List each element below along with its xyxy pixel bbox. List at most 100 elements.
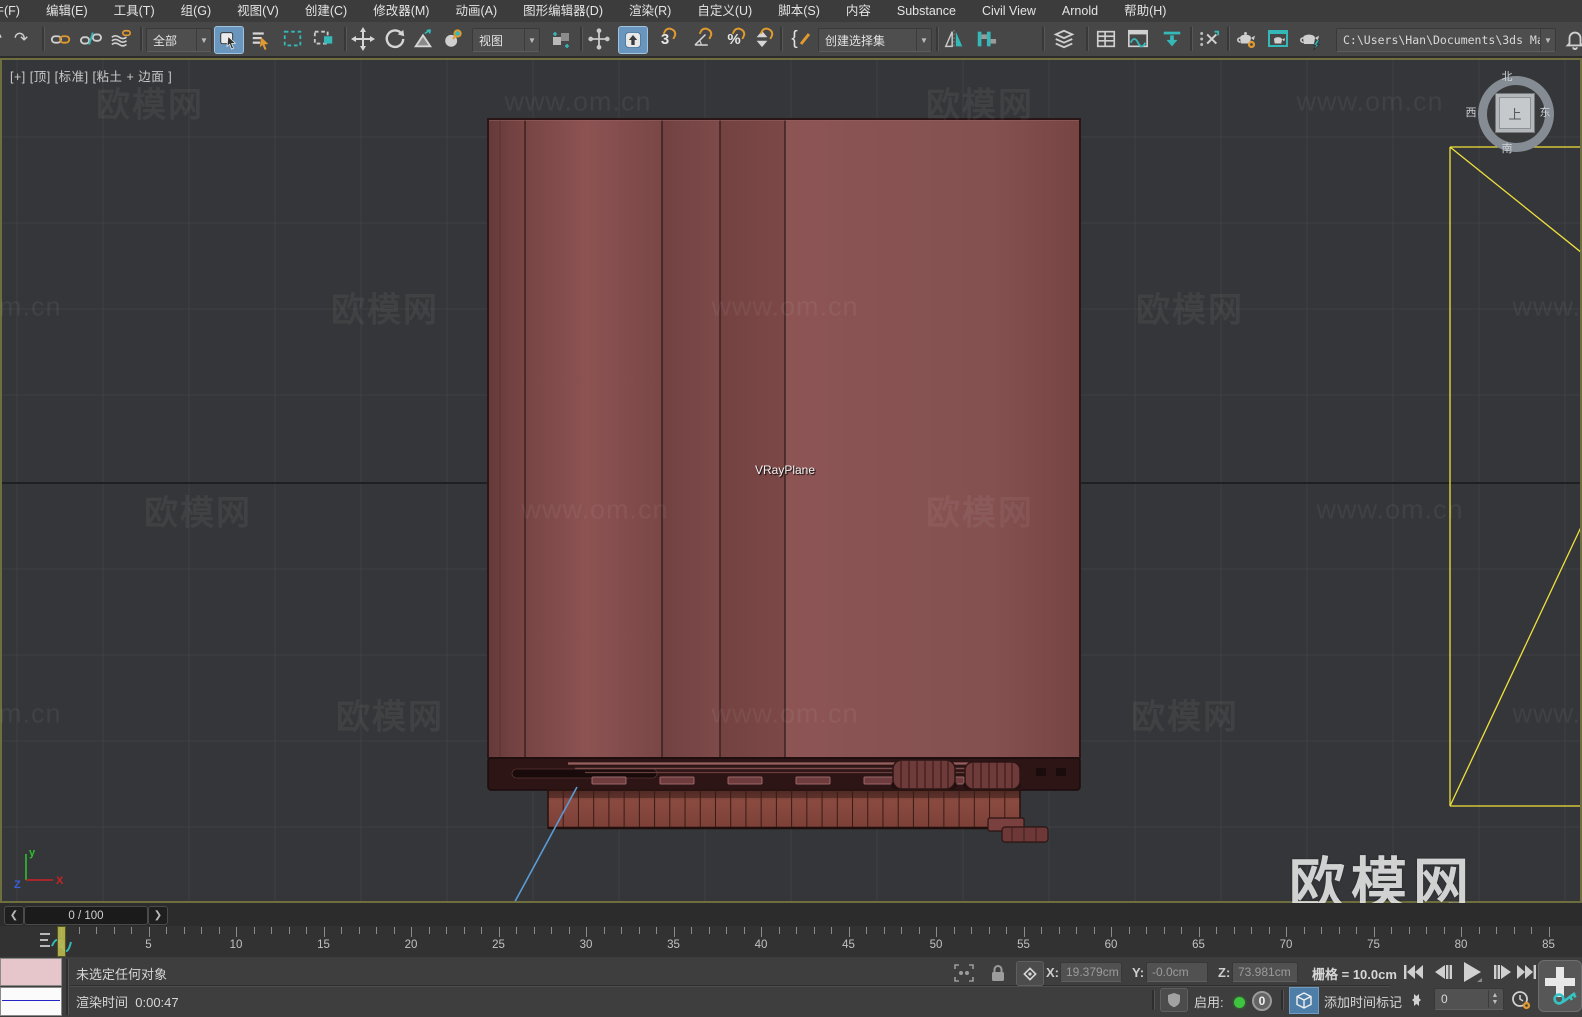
spinner-snap-button[interactable]	[749, 25, 776, 52]
time-slider-value[interactable]: 0 / 100	[24, 906, 148, 925]
viewcube[interactable]: 上 北 南 西 东	[1466, 71, 1556, 156]
bind-spacewarp-button[interactable]	[108, 26, 134, 52]
select-scale-button[interactable]	[410, 26, 436, 52]
edit-named-selection-button[interactable]: {	[788, 26, 814, 52]
z-coordinate-field[interactable]: 73.981cm	[1232, 962, 1298, 982]
menu-item-8[interactable]: 图形编辑器(D)	[510, 0, 616, 22]
selection-filter-dropdown[interactable]: 全部 ▼	[146, 28, 212, 52]
menu-item-13[interactable]: Substance	[884, 0, 969, 22]
menu-item-5[interactable]: 创建(C)	[292, 0, 360, 22]
menu-item-16[interactable]: 帮助(H)	[1111, 0, 1179, 22]
redo-button[interactable]: ↷	[8, 26, 34, 52]
viewcube-top-face[interactable]: 上	[1495, 93, 1535, 133]
rendered-frame-window-button[interactable]	[1264, 26, 1292, 52]
menu-item-11[interactable]: 脚本(S)	[765, 0, 833, 22]
curve-editor-button[interactable]	[1124, 26, 1152, 52]
selection-lock-icon[interactable]	[988, 962, 1008, 983]
timeline-ruler[interactable]: 0510152025303540455055606570758085	[0, 926, 1565, 957]
time-configuration-button[interactable]	[1508, 988, 1534, 1012]
ruler-tick	[323, 927, 325, 937]
menu-item-2[interactable]: 工具(T)	[101, 0, 168, 22]
viewcube-west[interactable]: 西	[1464, 104, 1478, 120]
angle-snap-button[interactable]	[688, 25, 715, 52]
current-frame-field[interactable]: 0 ▲ ▼	[1434, 988, 1504, 1010]
frame-spinner[interactable]: ▲ ▼	[1488, 990, 1501, 1008]
render-production-button[interactable]	[1296, 26, 1324, 52]
menu-item-4[interactable]: 视图(V)	[224, 0, 292, 22]
next-frame-button[interactable]	[1490, 960, 1516, 984]
percent-snap-button[interactable]: %	[721, 25, 748, 52]
isolate-selection-icon[interactable]	[952, 963, 976, 983]
menu-item-14[interactable]: Civil View	[969, 0, 1049, 22]
select-move-button[interactable]	[350, 26, 376, 52]
menu-item-1[interactable]: 编辑(E)	[33, 0, 101, 22]
menu-item-6[interactable]: 修改器(M)	[360, 0, 442, 22]
play-button[interactable]	[1456, 958, 1488, 986]
select-by-name-button[interactable]	[248, 26, 274, 52]
ruler-tick	[1496, 927, 1497, 934]
named-selection-sets-dropdown[interactable]: 创建选择集 ▼	[818, 28, 932, 52]
viewcube-north[interactable]: 北	[1500, 68, 1514, 84]
track-bar[interactable]: 0510152025303540455055606570758085	[0, 926, 1582, 958]
viewport-top[interactable]: y X Z [+] [顶] [标准] [粘土 + 边面 ] VRayPlane …	[0, 58, 1582, 903]
maxscript-mini-listener-pink[interactable]	[0, 958, 62, 986]
add-time-tag[interactable]: 添加时间标记	[1324, 992, 1402, 1011]
snap-toggle-3d-button[interactable]: 3	[652, 25, 679, 52]
align-button[interactable]	[972, 26, 1000, 52]
x-coordinate-field[interactable]: 19.379cm	[1060, 962, 1122, 982]
viewcube-south[interactable]: 南	[1500, 140, 1514, 156]
y-coordinate-field[interactable]: -0.0cm	[1146, 962, 1208, 982]
toolbar-separator	[780, 27, 783, 51]
render-setup-button[interactable]	[1232, 26, 1260, 52]
select-object-button[interactable]	[214, 26, 244, 54]
go-to-start-button[interactable]	[1400, 960, 1426, 984]
schematic-view-button[interactable]	[1158, 26, 1186, 52]
menu-item-12[interactable]: 内容	[833, 0, 884, 22]
select-rotate-button[interactable]	[382, 26, 408, 52]
set-key-button[interactable]	[1538, 960, 1582, 1012]
menu-item-3[interactable]: 组(G)	[168, 0, 225, 22]
use-pivot-center-button[interactable]	[546, 26, 576, 52]
previous-frame-button[interactable]	[1430, 960, 1456, 984]
viewcube-east[interactable]: 东	[1538, 104, 1552, 120]
undo-button[interactable]: ↶	[0, 26, 8, 52]
degradation-shield-button[interactable]	[1160, 988, 1188, 1012]
enable-count-badge[interactable]: 0	[1252, 991, 1272, 1011]
piano-model[interactable]	[487, 118, 1081, 843]
menu-item-9[interactable]: 渲染(R)	[616, 0, 684, 22]
select-place-button[interactable]	[440, 26, 466, 52]
notification-bell-icon[interactable]	[1562, 26, 1582, 52]
select-link-button[interactable]	[48, 26, 74, 52]
ruler-number: 60	[1104, 939, 1118, 951]
menu-item-0[interactable]: 文件(F)	[0, 0, 33, 22]
ruler-tick	[1058, 927, 1060, 934]
time-slider-prev-button[interactable]: ❮	[4, 906, 24, 925]
scene-explorer-button[interactable]	[1092, 26, 1120, 52]
ruler-tick	[236, 927, 237, 937]
window-crossing-button[interactable]	[311, 26, 337, 52]
project-folder-dropdown[interactable]: C:\Users\Han\Documents\3ds Max 2022 ▼	[1336, 28, 1556, 52]
go-to-end-button[interactable]	[1514, 960, 1540, 984]
time-slider-next-button[interactable]: ❯	[148, 906, 168, 925]
isolate-selection-toolbar-button[interactable]	[1195, 26, 1223, 52]
absolute-mode-toggle[interactable]	[1016, 961, 1044, 986]
ruler-tick	[1426, 927, 1427, 934]
key-mode-toggle[interactable]	[1402, 988, 1424, 1012]
selected-wireframe[interactable]	[1449, 146, 1582, 807]
mirror-button[interactable]	[941, 26, 967, 52]
current-frame-marker[interactable]	[57, 926, 66, 957]
unlink-button[interactable]	[78, 26, 104, 52]
maxscript-mini-listener-white[interactable]	[0, 987, 62, 1016]
toolbar-separator	[580, 27, 583, 51]
menu-item-15[interactable]: Arnold	[1049, 0, 1111, 22]
menu-item-7[interactable]: 动画(A)	[442, 0, 510, 22]
menu-item-10[interactable]: 自定义(U)	[684, 0, 765, 22]
snap-handle-icon[interactable]	[586, 26, 612, 52]
time-tag-cube-button[interactable]	[1289, 987, 1319, 1014]
rectangular-selection-region-button[interactable]	[280, 26, 306, 52]
selection-center-button[interactable]	[618, 26, 648, 54]
reference-coordinate-dropdown[interactable]: 视图 ▼	[472, 28, 540, 52]
viewport-label[interactable]: [+] [顶] [标准] [粘土 + 边面 ]	[10, 66, 172, 85]
layer-manager-button[interactable]	[1050, 26, 1078, 52]
time-slider-row[interactable]: ❮ 0 / 100 ❯	[0, 903, 1582, 927]
